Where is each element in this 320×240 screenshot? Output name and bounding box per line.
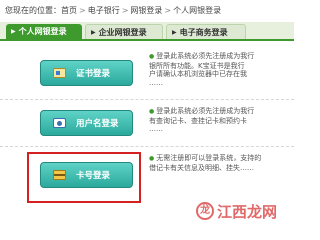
bullet-icon: ● [149, 53, 155, 60]
watermark-text: 江西龙网 [217, 202, 278, 221]
desc-line: 银所所有功能。K宝证书是我行 [149, 61, 245, 70]
tab-personal-login[interactable]: ▶ 个人网银登录 [6, 24, 82, 39]
watermark: 龙 江西龙网 [196, 200, 294, 222]
card-number-login-button[interactable]: 卡号登录 [40, 162, 133, 188]
tab-label: 个人网银登录 [18, 27, 67, 36]
desc-line: 有查询记卡、查挂记卡和预约卡 [149, 116, 247, 125]
tab-label: 企业网银登录 [98, 28, 147, 37]
breadcrumb-current: 个人网银登录 [173, 6, 222, 15]
breadcrumb: 您现在的位置：首页 > 电子银行 > 网银登录 > 个人网银登录 [0, 0, 294, 22]
login-type-tabs: ▶ 个人网银登录 ▶ 企业网银登录 ▶ 电子商务登录 [0, 22, 294, 41]
divider [0, 99, 294, 100]
breadcrumb-separator: > [121, 6, 129, 15]
username-login-button[interactable]: 用户名登录 [40, 110, 133, 136]
desc-line: …… [149, 78, 163, 87]
desc-line: …… [149, 125, 163, 133]
breadcrumb-home[interactable]: 首页 [61, 6, 77, 15]
tab-ecommerce-login[interactable]: ▶ 电子商务登录 [166, 24, 246, 39]
button-label: 用户名登录 [76, 119, 119, 129]
breadcrumb-prefix: 您现在的位置： [5, 6, 61, 15]
button-label: 卡号登录 [76, 171, 111, 181]
desc-line: 登录此系统必须先注册成为我行 [156, 52, 255, 60]
card-icon [53, 170, 66, 180]
card-number-login-description: ● 无需注册即可以登录系统，支持的 借记卡有关信息及明细、挂失…… [149, 154, 294, 172]
desc-line: 无需注册即可以登录系统，支持的 [156, 154, 262, 162]
tab-label: 电子商务登录 [179, 28, 228, 37]
triangle-right-icon: ▶ [172, 29, 177, 36]
desc-line: 登录此系统必须先注册成为我行 [156, 107, 255, 115]
breadcrumb-ebank[interactable]: 电子银行 [88, 6, 120, 15]
bullet-icon: ● [149, 155, 155, 162]
breadcrumb-login[interactable]: 网银登录 [130, 6, 162, 15]
bullet-icon: ● [149, 108, 155, 115]
breadcrumb-separator: > [79, 6, 86, 15]
desc-line: 借记卡有关信息及明细、挂失…… [149, 163, 254, 172]
certificate-login-button[interactable]: 证书登录 [40, 60, 133, 86]
watermark-logo-icon: 龙 [196, 202, 214, 220]
certificate-icon [53, 68, 66, 78]
breadcrumb-separator: > [164, 6, 172, 15]
triangle-right-icon: ▶ [11, 28, 16, 35]
certificate-login-description: ● 登录此系统必须先注册成为我行 银所所有功能。K宝证书是我行 户请确认本机浏览器… [149, 52, 294, 87]
desc-line: 户请确认本机浏览器中已存在我 [149, 70, 247, 78]
divider [0, 146, 294, 147]
button-label: 证书登录 [76, 69, 111, 79]
user-icon [53, 118, 66, 128]
tab-corporate-login[interactable]: ▶ 企业网银登录 [85, 24, 163, 39]
triangle-right-icon: ▶ [91, 29, 96, 36]
username-login-description: ● 登录此系统必须先注册成为我行 有查询记卡、查挂记卡和预约卡 …… [149, 107, 294, 134]
